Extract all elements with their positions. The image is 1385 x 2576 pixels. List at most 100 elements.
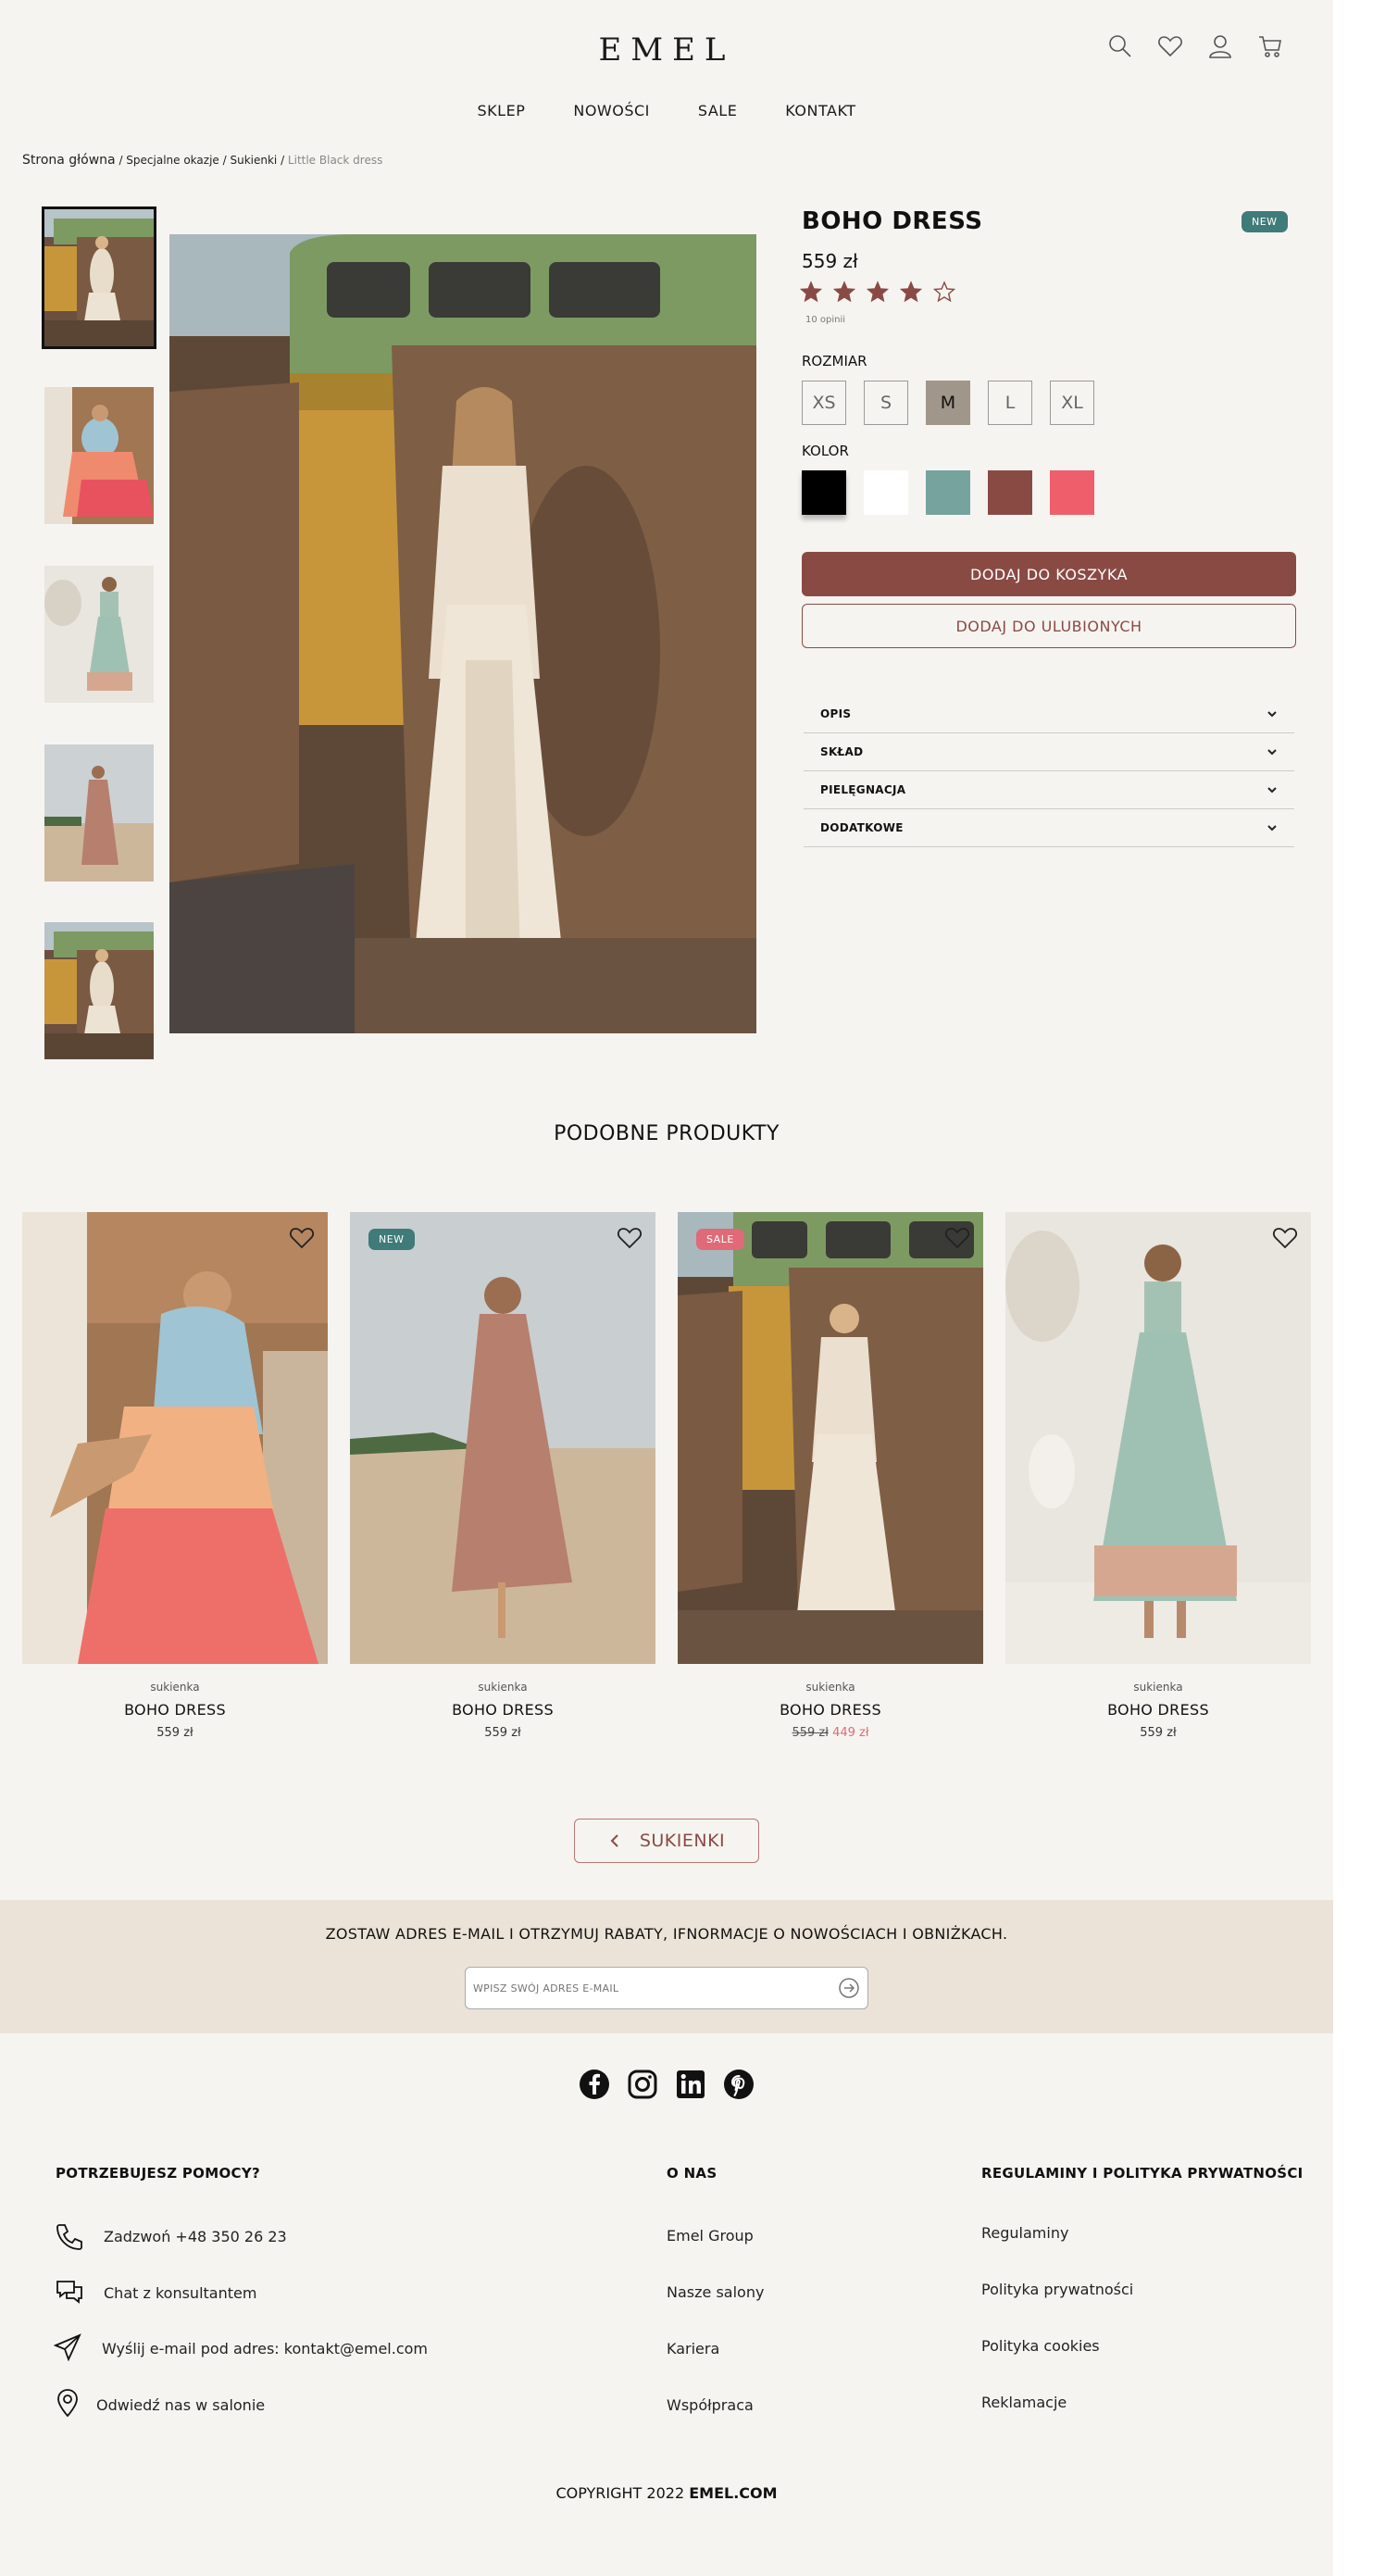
- thumbnail-2[interactable]: [44, 387, 154, 524]
- product-name[interactable]: BOHO DRESS: [1005, 1701, 1311, 1719]
- footer-phone-link[interactable]: Zadzwoń +48 350 26 23: [104, 2228, 287, 2245]
- search-icon[interactable]: [1107, 33, 1133, 59]
- instagram-icon[interactable]: [627, 2069, 658, 2100]
- heart-icon[interactable]: [1272, 1225, 1298, 1251]
- product-card-image[interactable]: [22, 1212, 328, 1664]
- bus-dress-photo: [169, 234, 756, 1033]
- color-selector: [802, 470, 1094, 515]
- footer-about-link[interactable]: Kariera: [667, 2340, 719, 2357]
- nav-kontakt[interactable]: KONTAKT: [785, 102, 855, 119]
- accordion-label: PIELĘGNACJA: [820, 783, 906, 796]
- product-card[interactable]: sukienka BOHO DRESS 559 zł: [22, 1212, 328, 1740]
- star-filled-icon[interactable]: [867, 281, 889, 303]
- sitting-dress-photo: [22, 1212, 328, 1664]
- add-to-cart-button[interactable]: DODAJ DO KOSZYKA: [802, 552, 1296, 596]
- thumbnail-4[interactable]: [44, 744, 154, 882]
- thumbnail-3[interactable]: [44, 566, 154, 703]
- color-swatch[interactable]: [1050, 470, 1094, 515]
- footer-legal-link[interactable]: Reklamacje: [981, 2394, 1067, 2411]
- size-l[interactable]: L: [988, 381, 1032, 425]
- main-nav: SKLEP NOWOŚCI SALE KONTAKT: [0, 102, 1333, 119]
- footer-email-link[interactable]: Wyślij e-mail pod adres: kontakt@emel.co…: [102, 2340, 428, 2357]
- newsletter-form: [465, 1967, 868, 2009]
- heart-icon[interactable]: [617, 1225, 643, 1251]
- footer-legal-link[interactable]: Polityka prywatności: [981, 2281, 1133, 2298]
- thumbnail-1[interactable]: [42, 206, 156, 349]
- size-xl[interactable]: XL: [1050, 381, 1094, 425]
- heart-icon[interactable]: [1157, 33, 1183, 59]
- color-swatch[interactable]: [926, 470, 970, 515]
- product-card[interactable]: SALE sukienka BOHO DRESS 559 zł 449 zł: [678, 1212, 983, 1740]
- back-to-dresses-button[interactable]: SUKIENKI: [574, 1819, 759, 1863]
- cart-icon[interactable]: [1257, 33, 1283, 59]
- product-price: 559 zł: [484, 1726, 521, 1740]
- nav-nowosci[interactable]: NOWOŚCI: [573, 102, 650, 119]
- footer-about-link[interactable]: Nasze salony: [667, 2283, 764, 2301]
- add-to-favorites-button[interactable]: DODAJ DO ULUBIONYCH: [802, 604, 1296, 648]
- breadcrumb-home[interactable]: Strona główna: [22, 153, 116, 168]
- star-empty-icon[interactable]: [933, 281, 955, 303]
- reviews-count[interactable]: 10 opinii: [805, 315, 845, 325]
- newsletter-email-input[interactable]: [473, 1982, 806, 1995]
- bus-dress-photo: [678, 1212, 983, 1664]
- footer-chat-link[interactable]: Chat z konsultantem: [104, 2284, 256, 2302]
- color-label: KOLOR: [802, 443, 849, 459]
- product-name[interactable]: BOHO DRESS: [350, 1701, 655, 1719]
- footer-visit-link[interactable]: Odwiedź nas w salonie: [96, 2396, 265, 2414]
- footer-legal-link[interactable]: Regulaminy: [981, 2224, 1068, 2242]
- star-filled-icon[interactable]: [833, 281, 855, 303]
- product-card-image[interactable]: [1005, 1212, 1311, 1664]
- breadcrumb-dresses[interactable]: Sukienki: [230, 154, 277, 167]
- footer-about-link[interactable]: Emel Group: [667, 2227, 754, 2245]
- footer-about-title: O NAS: [667, 2165, 717, 2182]
- product-category: sukienka: [150, 1681, 200, 1694]
- product-title: BOHO DRESS: [802, 207, 983, 235]
- rating-stars[interactable]: [800, 281, 955, 303]
- product-name[interactable]: BOHO DRESS: [678, 1701, 983, 1719]
- footer-about-link[interactable]: Współpraca: [667, 2396, 754, 2414]
- pinterest-icon[interactable]: [723, 2069, 755, 2100]
- linkedin-icon[interactable]: [675, 2069, 706, 2100]
- nav-sale[interactable]: SALE: [698, 102, 737, 119]
- accordion-dodatkowe[interactable]: DODATKOWE: [804, 809, 1294, 847]
- product-category: sukienka: [1133, 1681, 1183, 1694]
- accordion-sklad[interactable]: SKŁAD: [804, 733, 1294, 771]
- heart-icon[interactable]: [944, 1225, 970, 1251]
- heart-icon[interactable]: [289, 1225, 315, 1251]
- chevron-left-icon: [610, 1834, 618, 1847]
- accordion-opis[interactable]: OPIS: [804, 695, 1294, 733]
- location-pin-icon: [57, 2389, 78, 2418]
- star-filled-icon[interactable]: [800, 281, 822, 303]
- accordion-pielegnacja[interactable]: PIELĘGNACJA: [804, 771, 1294, 809]
- footer-help-title: POTRZEBUJESZ POMOCY?: [56, 2165, 260, 2182]
- copyright-brand[interactable]: EMEL.COM: [689, 2484, 777, 2502]
- product-name[interactable]: BOHO DRESS: [22, 1701, 328, 1719]
- nav-sklep[interactable]: SKLEP: [478, 102, 526, 119]
- product-card-image[interactable]: NEW: [350, 1212, 655, 1664]
- product-card-image[interactable]: SALE: [678, 1212, 983, 1664]
- accordion-label: OPIS: [820, 707, 852, 720]
- chevron-down-icon: [1267, 787, 1277, 794]
- main-product-image[interactable]: [169, 234, 756, 1033]
- user-icon[interactable]: [1207, 33, 1233, 59]
- breadcrumb-special[interactable]: Specjalne okazje: [126, 154, 219, 167]
- color-swatch[interactable]: [864, 470, 908, 515]
- floral-dress-photo: [1005, 1212, 1311, 1664]
- newsletter-text: ZOSTAW ADRES E-MAIL I OTRZYMUJ RABATY, I…: [325, 1925, 1008, 1943]
- size-xs[interactable]: XS: [802, 381, 846, 425]
- product-card[interactable]: sukienka BOHO DRESS 559 zł: [1005, 1212, 1311, 1740]
- sale-price: 449 zł: [832, 1726, 869, 1740]
- beach-dress-photo: [350, 1212, 655, 1664]
- footer-legal-link[interactable]: Polityka cookies: [981, 2337, 1100, 2355]
- star-filled-icon[interactable]: [900, 281, 922, 303]
- color-swatch[interactable]: [802, 470, 846, 515]
- copyright: COPYRIGHT 2022 EMEL.COM: [0, 2484, 1333, 2502]
- product-card[interactable]: NEW sukienka BOHO DRESS 559 zł: [350, 1212, 655, 1740]
- facebook-icon[interactable]: [579, 2069, 610, 2100]
- product-price: 559 zł: [802, 250, 858, 272]
- arrow-right-circle-icon[interactable]: [838, 1977, 860, 1999]
- size-m[interactable]: M: [926, 381, 970, 425]
- color-swatch[interactable]: [988, 470, 1032, 515]
- thumbnail-5[interactable]: [44, 922, 154, 1059]
- size-s[interactable]: S: [864, 381, 908, 425]
